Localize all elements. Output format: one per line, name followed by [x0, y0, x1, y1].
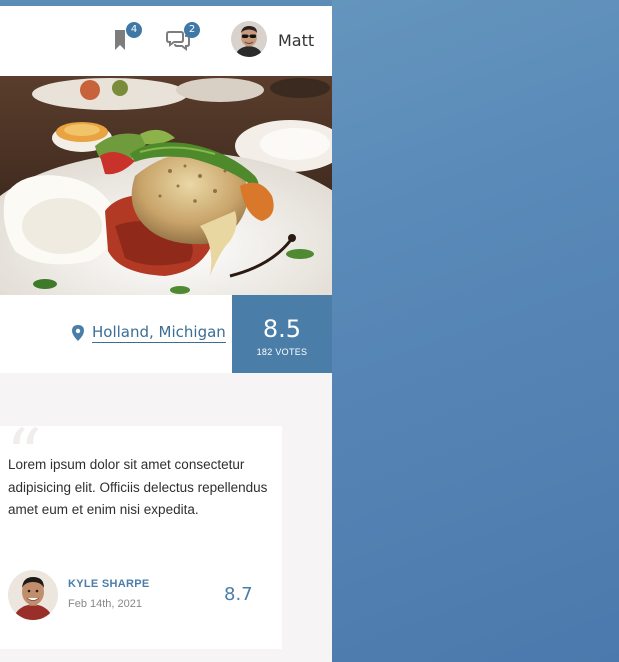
top-header: 4 2 Matt	[0, 6, 332, 76]
bookmarks-button[interactable]: 4	[108, 22, 142, 54]
review-date: Feb 14th, 2021	[68, 598, 143, 610]
rating-votes: 182 VOTES	[256, 347, 308, 357]
review-score: 8.7	[224, 584, 253, 605]
bookmarks-badge: 4	[126, 22, 142, 38]
location-text[interactable]: Holland, Michigan	[92, 323, 226, 343]
username-label[interactable]: Matt	[278, 31, 314, 50]
rating-box: 8.5 182 VOTES	[232, 295, 332, 373]
messages-badge: 2	[184, 22, 200, 38]
restaurant-photo	[0, 76, 332, 295]
location-link[interactable]: Holland, Michigan	[72, 323, 226, 343]
listing-info-bar: Holland, Michigan 8.5 182 VOTES	[0, 295, 332, 373]
app-panel: 4 2 Matt Holland, Michigan 8.5 182 VOTES…	[0, 0, 332, 662]
reviewer-avatar[interactable]	[8, 570, 58, 620]
review-card: “ Lorem ipsum dolor sit amet consectetur…	[0, 420, 282, 649]
review-text: Lorem ipsum dolor sit amet consectetur a…	[8, 457, 268, 517]
messages-button[interactable]: 2	[166, 22, 200, 54]
location-pin-icon	[72, 325, 84, 341]
reviewer-name[interactable]: KYLE SHARPE	[68, 578, 150, 590]
user-avatar[interactable]	[231, 21, 267, 57]
rating-score: 8.5	[262, 315, 302, 343]
